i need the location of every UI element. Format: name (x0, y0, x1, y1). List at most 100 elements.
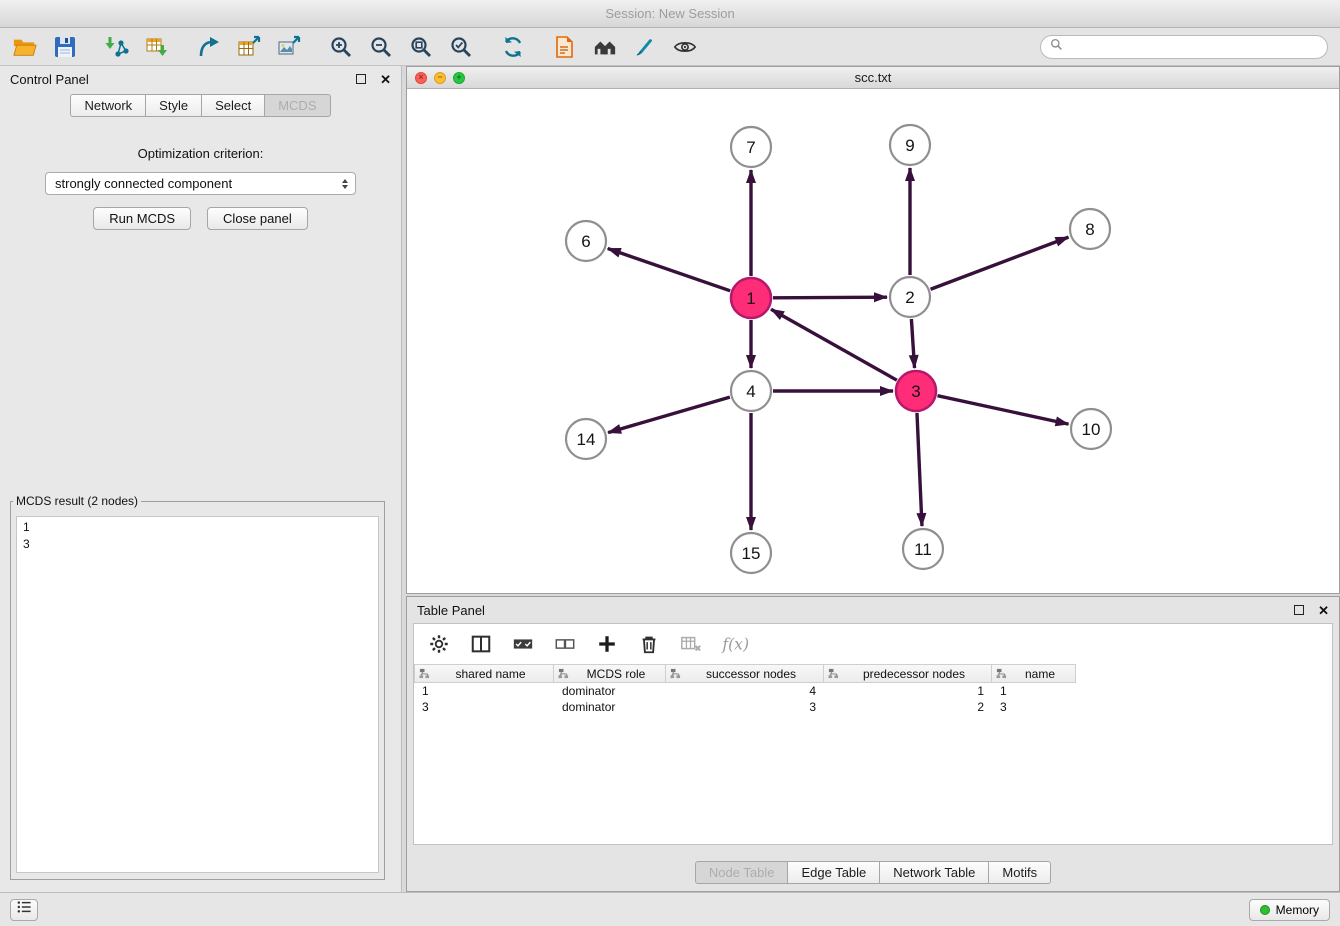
graph-node-8[interactable]: 8 (1070, 209, 1110, 249)
node-table: shared nameMCDS rolesuccessor nodesprede… (414, 664, 1332, 715)
graph-node-2[interactable]: 2 (890, 277, 930, 317)
graph-edge-1-2[interactable] (773, 297, 887, 298)
network-window-title: scc.txt (407, 70, 1339, 85)
eye-icon[interactable] (672, 34, 698, 60)
close-traffic-icon[interactable]: × (415, 72, 427, 84)
svg-text:11: 11 (914, 540, 932, 559)
graph-edge-1-6[interactable] (608, 249, 730, 291)
graph-edge-2-8[interactable] (931, 237, 1069, 289)
zoom-selected-icon[interactable] (448, 34, 474, 60)
deselect-all-icon[interactable] (552, 631, 578, 657)
graph-edge-3-10[interactable] (937, 396, 1068, 424)
graph-edge-4-14[interactable] (608, 397, 730, 432)
graph-node-9[interactable]: 9 (890, 125, 930, 165)
graph-node-1[interactable]: 1 (731, 278, 771, 318)
graph-node-3[interactable]: 3 (896, 371, 936, 411)
column-header-name[interactable]: name (992, 664, 1076, 683)
column-edit-icon[interactable] (558, 668, 569, 679)
network-canvas[interactable]: 7 9 6 8 1 2 4 3 14 10 15 11 (407, 89, 1339, 593)
close-panel-icon[interactable]: ✕ (380, 73, 391, 86)
graph-node-7[interactable]: 7 (731, 127, 771, 167)
task-history-button[interactable] (10, 899, 38, 921)
homes-icon[interactable] (592, 34, 618, 60)
zoom-traffic-icon[interactable]: + (453, 72, 465, 84)
table-row[interactable]: 3dominator323 (414, 699, 1332, 715)
graph-edge-3-11[interactable] (917, 413, 922, 526)
network-window-titlebar[interactable]: scc.txt ×−+ (407, 67, 1339, 89)
column-edit-icon[interactable] (828, 668, 839, 679)
column-edit-icon[interactable] (670, 668, 681, 679)
tab-motifs[interactable]: Motifs (989, 861, 1051, 884)
column-selector-icon[interactable] (468, 631, 494, 657)
import-network-icon[interactable] (104, 34, 130, 60)
svg-text:6: 6 (581, 232, 590, 251)
graph-node-10[interactable]: 10 (1071, 409, 1111, 449)
run-mcds-button[interactable]: Run MCDS (93, 207, 191, 230)
export-table-icon[interactable] (236, 34, 262, 60)
tab-node-table[interactable]: Node Table (695, 861, 789, 884)
memory-button-label: Memory (1276, 903, 1319, 917)
graph-node-11[interactable]: 11 (903, 529, 943, 569)
document-share-icon[interactable] (552, 34, 578, 60)
delete-row-icon[interactable] (636, 631, 662, 657)
tab-select[interactable]: Select (202, 94, 265, 117)
minimize-traffic-icon[interactable]: − (434, 72, 446, 84)
optimization-label: Optimization criterion: (0, 146, 401, 161)
search-box[interactable] (1040, 35, 1328, 59)
zoom-in-icon[interactable] (328, 34, 354, 60)
column-header-predecessor-nodes[interactable]: predecessor nodes (824, 664, 992, 683)
svg-text:1: 1 (746, 289, 755, 308)
table-cell: dominator (554, 683, 666, 699)
export-network-icon[interactable] (196, 34, 222, 60)
float-panel-icon[interactable] (356, 74, 366, 84)
column-edit-icon[interactable] (419, 668, 430, 679)
column-edit-icon[interactable] (996, 668, 1007, 679)
column-header-shared-name[interactable]: shared name (414, 664, 554, 683)
graph-edge-2-3[interactable] (911, 319, 914, 368)
close-panel-button[interactable]: Close panel (207, 207, 308, 230)
settings-gear-icon[interactable] (426, 631, 452, 657)
zoom-fit-icon[interactable] (408, 34, 434, 60)
network-canvas-svg: 7 9 6 8 1 2 4 3 14 10 15 11 (407, 89, 1339, 593)
brush-icon[interactable] (632, 34, 658, 60)
table-cell: 4 (666, 683, 824, 699)
svg-text:7: 7 (746, 138, 755, 157)
graph-node-15[interactable]: 15 (731, 533, 771, 573)
control-panel-tabs: NetworkStyleSelectMCDS (0, 94, 401, 117)
refresh-layout-icon[interactable] (500, 34, 526, 60)
memory-button[interactable]: Memory (1249, 899, 1330, 921)
column-header-successor-nodes[interactable]: successor nodes (666, 664, 824, 683)
float-table-panel-icon[interactable] (1294, 605, 1304, 615)
tab-edge-table[interactable]: Edge Table (788, 861, 880, 884)
tab-mcds[interactable]: MCDS (265, 94, 330, 117)
tab-network[interactable]: Network (70, 94, 146, 117)
optimization-select-value: strongly connected component (55, 176, 342, 191)
open-file-icon[interactable] (12, 34, 38, 60)
optimization-select[interactable]: strongly connected component (45, 172, 356, 195)
table-toolbar: f(x) (414, 624, 1332, 664)
add-row-icon[interactable] (594, 631, 620, 657)
table-cell: 1 (824, 683, 992, 699)
table-rows: 1dominator4113dominator323 (414, 683, 1332, 715)
memory-status-icon (1260, 905, 1270, 915)
graph-node-6[interactable]: 6 (566, 221, 606, 261)
table-row[interactable]: 1dominator411 (414, 683, 1332, 699)
tab-style[interactable]: Style (146, 94, 202, 117)
search-input[interactable] (1069, 39, 1318, 55)
table-cell: 1 (992, 683, 1076, 699)
mcds-result-list[interactable]: 13 (16, 516, 379, 873)
close-table-panel-icon[interactable]: ✕ (1318, 604, 1329, 617)
select-all-icon[interactable] (510, 631, 536, 657)
graph-node-14[interactable]: 14 (566, 419, 606, 459)
graph-node-4[interactable]: 4 (731, 371, 771, 411)
zoom-out-icon[interactable] (368, 34, 394, 60)
export-image-icon[interactable] (276, 34, 302, 60)
table-cell: 1 (414, 683, 554, 699)
table-tabs: Node TableEdge TableNetwork TableMotifs (407, 861, 1339, 884)
graph-edge-3-1[interactable] (771, 309, 897, 380)
tab-network-table[interactable]: Network Table (880, 861, 989, 884)
save-session-icon[interactable] (52, 34, 78, 60)
column-header-MCDS-role[interactable]: MCDS role (554, 664, 666, 683)
import-table-icon[interactable] (144, 34, 170, 60)
main-toolbar (0, 28, 1340, 66)
